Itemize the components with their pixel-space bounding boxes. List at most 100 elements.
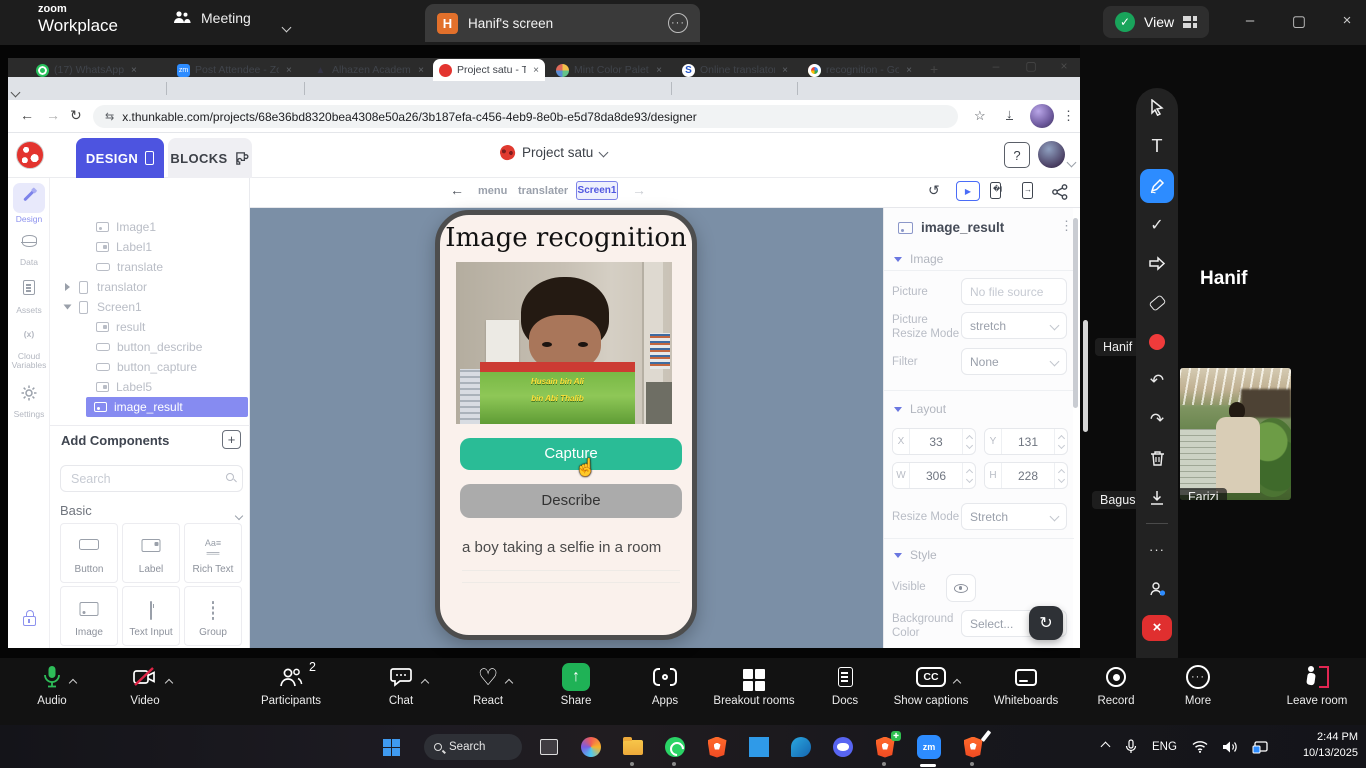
tree-item-label5[interactable]: Label5 — [96, 377, 152, 397]
browser-tab-thunkable-active[interactable]: Project satu - Thunka × — [433, 59, 545, 81]
history-icon[interactable]: ↺ — [928, 182, 940, 199]
participant-video-tile[interactable]: Farizi — [1180, 368, 1291, 500]
arrow-stamp-tool[interactable] — [1136, 244, 1178, 283]
breadcrumb-screen1-active[interactable]: Screen1 — [576, 181, 618, 200]
show-captions-button[interactable]: CC Show captions — [876, 664, 986, 707]
clear-annotations-button[interactable] — [1136, 439, 1178, 478]
tree-item-translator[interactable]: translator — [65, 277, 147, 297]
tree-item-image1[interactable]: Image1 — [96, 217, 156, 237]
whiteboards-button[interactable]: Whiteboards — [971, 664, 1081, 707]
component-card-label[interactable]: Label — [122, 523, 180, 583]
project-selector[interactable]: Project satu — [500, 145, 607, 160]
back-icon[interactable]: ← — [20, 107, 34, 123]
picture-file-input[interactable] — [970, 285, 1058, 299]
browser-tab-post-attendee[interactable]: zm Post Attendee - Zoo × — [171, 59, 301, 81]
add-component-button[interactable]: + — [222, 430, 241, 449]
browser-tab-mint-palettes[interactable]: Mint Color Palettes × — [550, 59, 668, 81]
tab-close-icon[interactable]: × — [906, 65, 912, 76]
start-button[interactable] — [378, 734, 404, 760]
section-image[interactable]: Image — [894, 252, 943, 266]
react-options-chevron[interactable] — [506, 673, 512, 691]
tray-clock[interactable]: 2:44 PM 10/13/2025 — [1303, 730, 1358, 762]
thunderbird-button[interactable] — [788, 734, 814, 760]
design-canvas[interactable]: Image recognition Husain bin Ali bin Abi… — [250, 208, 883, 648]
task-view-button[interactable] — [536, 734, 562, 760]
expand-arrow-icon[interactable] — [65, 283, 70, 291]
height-stepper[interactable]: H228 — [984, 462, 1068, 489]
component-card-button[interactable]: Button — [60, 523, 118, 583]
tab-close-icon[interactable]: × — [418, 65, 424, 76]
share-button[interactable]: ↑ Share — [531, 664, 621, 707]
eraser-tool[interactable] — [1136, 283, 1178, 322]
describe-button[interactable]: Describe — [460, 484, 682, 518]
captured-photo[interactable]: Husain bin Ali bin Abi Thalib — [456, 262, 672, 424]
tree-item-translate[interactable]: translate — [96, 257, 163, 277]
component-search-input[interactable] — [60, 465, 243, 492]
color-picker-red[interactable] — [1136, 322, 1178, 361]
phone-preview[interactable]: Image recognition Husain bin Ali bin Abi… — [435, 210, 697, 640]
redo-button[interactable]: ↷ — [1136, 400, 1178, 439]
select-cursor-tool[interactable] — [1136, 88, 1178, 127]
chrome-menu-icon[interactable]: ⋮ — [1062, 108, 1075, 124]
tree-item-label1[interactable]: Label1 — [96, 237, 152, 257]
video-button[interactable]: Video — [100, 664, 190, 707]
tab-close-icon[interactable]: × — [533, 65, 539, 76]
resize-mode-dropdown[interactable]: Stretch — [961, 503, 1067, 530]
tab-meeting[interactable]: Meeting — [172, 10, 251, 26]
rail-item-design[interactable] — [8, 188, 50, 198]
save-annotation-button[interactable] — [1136, 478, 1178, 517]
breadcrumb-menu[interactable]: menu — [478, 185, 507, 197]
draw-pen-tool-active[interactable] — [1136, 166, 1178, 205]
picture-input[interactable] — [961, 278, 1067, 305]
breadcrumb-forward-icon[interactable]: → — [632, 182, 646, 198]
share-scrollbar[interactable] — [1083, 320, 1088, 432]
tab-close-icon[interactable]: × — [656, 65, 662, 76]
browser-tab-translator[interactable]: S Online translator Cu × — [676, 59, 794, 81]
lock-icon[interactable] — [8, 616, 50, 628]
tray-volume[interactable] — [1222, 725, 1238, 768]
annotator-visibility-button[interactable] — [1136, 569, 1178, 608]
leave-room-button[interactable]: Leave room — [1272, 664, 1362, 707]
capture-button[interactable]: Capture — [460, 438, 682, 470]
apps-button[interactable]: Apps — [620, 664, 710, 707]
window-restore-button[interactable]: ▢ — [1284, 12, 1314, 30]
taskbar-search[interactable]: Search — [424, 734, 522, 760]
browser-close-button[interactable]: × — [1051, 59, 1077, 73]
more-tools-button[interactable]: ··· — [1136, 530, 1178, 569]
chat-options-chevron[interactable] — [422, 673, 428, 691]
window-minimize-button[interactable]: – — [1235, 12, 1265, 29]
tab-hanifs-screen[interactable]: H Hanif's screen ··· — [425, 4, 700, 42]
browser-minimize-button[interactable]: – — [983, 59, 1009, 73]
component-card-rich-text[interactable]: Aa≡══Rich Text — [184, 523, 242, 583]
properties-scrollbar[interactable] — [1073, 218, 1078, 408]
component-options-icon[interactable]: ⋮ — [1060, 218, 1073, 234]
tree-item-screen1[interactable]: Screen1 — [65, 297, 142, 317]
downloads-icon[interactable]: ↓ — [1006, 108, 1013, 120]
component-card-text-input[interactable]: Text Input — [122, 586, 180, 646]
captions-options-chevron[interactable] — [954, 673, 960, 691]
rail-item-data[interactable] — [8, 235, 50, 249]
participants-button[interactable]: 2 Participants — [246, 664, 336, 707]
cloud-variables-icon[interactable]: (x) — [8, 329, 50, 339]
discord-button[interactable] — [830, 734, 856, 760]
forward-icon[interactable]: → — [46, 107, 60, 123]
record-button[interactable]: Record — [1071, 664, 1161, 707]
thunkable-logo[interactable] — [16, 141, 44, 169]
collapse-arrow-icon[interactable] — [64, 305, 72, 310]
browser-tab-whatsapp[interactable]: (17) WhatsApp × — [30, 59, 162, 81]
audio-options-chevron[interactable] — [70, 673, 76, 691]
tab-close-icon[interactable]: × — [286, 65, 292, 76]
audio-button[interactable]: Audio — [7, 664, 97, 707]
tab-blocks[interactable]: BLOCKS — [168, 138, 252, 178]
filter-dropdown[interactable]: None — [961, 348, 1067, 375]
basic-section-header[interactable]: Basic — [60, 503, 243, 518]
chrome-profile-avatar[interactable] — [1030, 104, 1054, 128]
browser-maximize-button[interactable]: ▢ — [1018, 59, 1044, 73]
view-button[interactable]: ✓ View — [1103, 6, 1209, 38]
bookmark-star-icon[interactable]: ☆ — [974, 108, 986, 124]
tab-close-icon[interactable]: × — [782, 65, 788, 76]
video-options-chevron[interactable] — [166, 673, 172, 691]
x-position-stepper[interactable]: X33 — [892, 428, 976, 455]
copilot-button[interactable] — [578, 734, 604, 760]
react-button[interactable]: ♡ React — [443, 664, 533, 707]
